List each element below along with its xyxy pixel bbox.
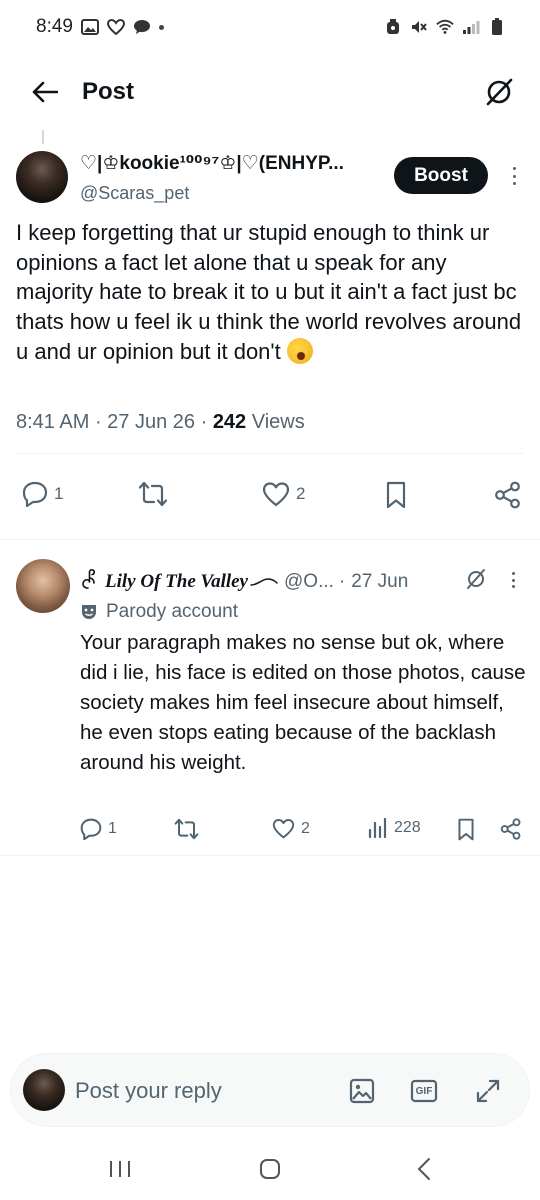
reply-display-name[interactable]: Lily Of The Valley bbox=[105, 571, 248, 593]
share-icon bbox=[500, 818, 521, 840]
heart-icon bbox=[262, 482, 290, 507]
expand-composer-button[interactable] bbox=[473, 1076, 503, 1106]
post-time[interactable]: 8:41 AM bbox=[16, 411, 89, 433]
author-name-row: ♡|♔kookie¹⁰⁰⁹⁷♔|♡(ENHYP... bbox=[80, 152, 344, 175]
reply-icon bbox=[22, 481, 48, 507]
reply-name-prefix-icon bbox=[80, 568, 102, 596]
theater-mask-icon bbox=[82, 605, 96, 619]
chevron-left-icon bbox=[417, 1158, 430, 1180]
add-gif-button[interactable]: GIF bbox=[409, 1076, 439, 1106]
boost-button[interactable]: Boost bbox=[394, 157, 488, 194]
share-button[interactable] bbox=[494, 481, 522, 509]
grok-icon bbox=[486, 78, 513, 106]
views-label: Views bbox=[251, 411, 305, 433]
battery-icon bbox=[488, 18, 506, 36]
home-icon bbox=[260, 1159, 280, 1179]
back-nav-button[interactable] bbox=[406, 1155, 442, 1183]
signal-icon bbox=[462, 18, 480, 36]
like-button[interactable]: 2 bbox=[272, 818, 310, 839]
bookmark-icon bbox=[458, 818, 474, 841]
like-count: 2 bbox=[296, 484, 306, 503]
repost-button[interactable] bbox=[138, 481, 168, 507]
yawning-face-emoji-icon bbox=[286, 337, 313, 364]
reply-button[interactable]: 1 bbox=[22, 481, 63, 507]
author-handle[interactable]: @Scaras_pet bbox=[80, 183, 189, 204]
system-nav-bar bbox=[0, 1135, 540, 1200]
avatar[interactable] bbox=[16, 559, 70, 613]
parody-badge: Parody account bbox=[80, 601, 238, 623]
recent-apps-icon bbox=[110, 1161, 130, 1177]
avatar[interactable] bbox=[16, 151, 68, 203]
reply-date[interactable]: 27 Jun bbox=[351, 571, 408, 593]
chat-notification-icon bbox=[133, 18, 151, 36]
avatar bbox=[23, 1069, 65, 1111]
more-options-button[interactable] bbox=[505, 570, 521, 590]
post-date[interactable]: 27 Jun 26 bbox=[107, 411, 195, 433]
reply-actions: 1 2 228 bbox=[0, 815, 540, 845]
divider bbox=[0, 855, 540, 856]
add-image-button[interactable] bbox=[347, 1076, 377, 1106]
like-count: 2 bbox=[301, 819, 310, 837]
reply-icon bbox=[80, 818, 102, 840]
like-button[interactable]: 2 bbox=[262, 481, 305, 507]
status-left: 8:49 bbox=[36, 16, 164, 38]
divider bbox=[0, 539, 540, 540]
reply-count: 1 bbox=[108, 820, 117, 837]
post-text: I keep forgetting that ur stupid enough … bbox=[16, 218, 524, 367]
bookmark-icon bbox=[386, 481, 406, 509]
reply-count: 1 bbox=[54, 484, 64, 503]
views-count: 228 bbox=[394, 819, 421, 836]
alarm-icon bbox=[384, 18, 402, 36]
heart-notification-icon bbox=[106, 18, 125, 36]
share-button[interactable] bbox=[500, 818, 522, 840]
post-text-body: I keep forgetting that ur stupid enough … bbox=[16, 220, 522, 364]
reply-text: Your paragraph makes no sense but ok, wh… bbox=[80, 631, 526, 774]
more-options-button[interactable] bbox=[505, 165, 523, 187]
bookmark-button[interactable] bbox=[457, 818, 475, 841]
gallery-notification-icon bbox=[80, 18, 99, 36]
expand-icon bbox=[476, 1079, 500, 1103]
status-time: 8:49 bbox=[36, 16, 73, 37]
repost-button[interactable] bbox=[174, 818, 199, 840]
top-header: Post bbox=[0, 54, 540, 130]
reply-name-suffix-icon bbox=[250, 571, 278, 593]
back-button[interactable] bbox=[30, 77, 60, 107]
parody-label: Parody account bbox=[106, 601, 239, 622]
thread-connector-line bbox=[42, 130, 44, 144]
post-meta: 8:41 AM · 27 Jun 26 · 242 Views bbox=[16, 411, 305, 433]
grok-icon bbox=[467, 569, 485, 589]
repost-icon bbox=[174, 818, 199, 840]
divider bbox=[16, 453, 524, 454]
grok-button[interactable] bbox=[482, 75, 516, 109]
recent-apps-button[interactable] bbox=[102, 1155, 138, 1183]
status-right bbox=[384, 18, 506, 36]
gif-label: GIF bbox=[415, 1085, 433, 1097]
views-button[interactable]: 228 bbox=[368, 818, 421, 838]
heart-icon bbox=[272, 819, 295, 839]
status-bar: 8:49 bbox=[0, 0, 540, 54]
reply-handle[interactable]: @O... bbox=[284, 571, 334, 593]
reply-composer[interactable]: Post your reply GIF bbox=[10, 1053, 530, 1127]
reply-input[interactable]: Post your reply bbox=[75, 1078, 222, 1104]
analytics-icon bbox=[368, 818, 387, 838]
share-icon bbox=[495, 481, 520, 509]
reply-button[interactable]: 1 bbox=[80, 818, 117, 840]
page-title: Post bbox=[82, 78, 135, 105]
home-button[interactable] bbox=[252, 1155, 288, 1183]
repost-icon bbox=[138, 481, 168, 507]
image-icon bbox=[349, 1078, 375, 1104]
reply-name-row: Lily Of The Valley @O... · 27 Jun bbox=[80, 568, 408, 596]
more-notifications-dot bbox=[158, 24, 164, 30]
post-actions: 1 2 bbox=[0, 475, 540, 515]
arrow-left-icon bbox=[32, 81, 58, 103]
grok-button[interactable] bbox=[464, 567, 488, 591]
views-count: 242 bbox=[212, 411, 247, 433]
wifi-icon bbox=[436, 18, 454, 36]
bookmark-button[interactable] bbox=[385, 481, 407, 509]
author-display-name[interactable]: ♡|♔kookie¹⁰⁰⁹⁷♔|♡(ENHYP... bbox=[80, 152, 344, 175]
reply-separator: · bbox=[338, 571, 346, 592]
mute-icon bbox=[410, 18, 428, 36]
